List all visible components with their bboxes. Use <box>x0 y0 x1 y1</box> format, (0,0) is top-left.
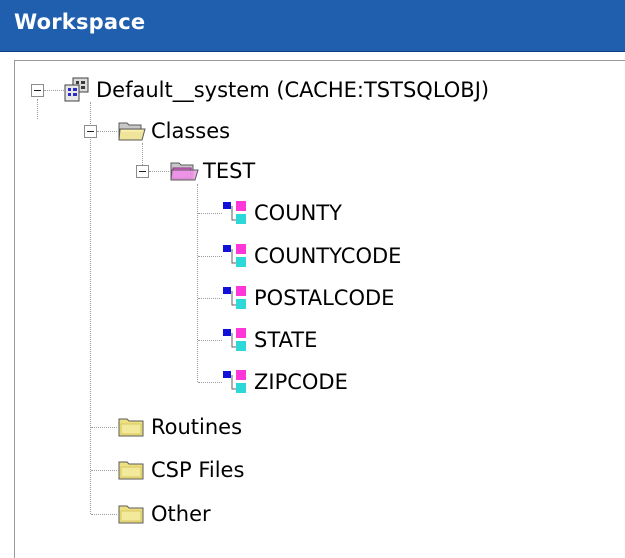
class-icon <box>223 244 246 267</box>
workspace-tree: Default__system (CACHE:TSTSQLOBJ) Classe… <box>0 0 625 558</box>
tree-line <box>198 340 222 341</box>
tree-line <box>97 131 117 132</box>
collapse-toggle-root[interactable] <box>31 84 44 97</box>
tree-node-label: CSP Files <box>151 458 245 482</box>
class-icon <box>223 370 246 393</box>
folder-icon <box>118 461 144 480</box>
folder-icon <box>118 505 144 524</box>
class-icon <box>223 328 246 351</box>
tree-line <box>198 298 222 299</box>
tree-node-label: Classes <box>151 119 231 143</box>
namespace-icon <box>64 77 89 102</box>
tree-node-label: POSTALCODE <box>254 286 395 310</box>
tree-line <box>149 171 169 172</box>
class-icon <box>223 286 246 309</box>
tree-node-label: Default__system (CACHE:TSTSQLOBJ) <box>96 78 490 102</box>
collapse-toggle-classes[interactable] <box>84 125 97 138</box>
tree-line <box>198 213 222 214</box>
tree-node-label: COUNTYCODE <box>254 244 402 268</box>
tree-node-label: Routines <box>151 415 243 439</box>
collapse-toggle-test[interactable] <box>136 165 149 178</box>
tree-line <box>44 90 64 91</box>
tree-node-label: COUNTY <box>254 201 342 225</box>
package-folder-icon <box>170 162 199 181</box>
tree-line <box>198 382 222 383</box>
tree-line <box>37 99 38 119</box>
class-icon <box>223 201 246 224</box>
tree-line <box>90 102 91 514</box>
tree-line <box>91 470 117 471</box>
folder-icon <box>118 418 144 437</box>
open-folder-icon <box>118 122 146 141</box>
tree-line <box>91 514 117 515</box>
tree-node-label: Other <box>151 502 211 526</box>
tree-line <box>91 427 117 428</box>
tree-node-label: ZIPCODE <box>254 370 348 394</box>
tree-line <box>198 256 222 257</box>
tree-node-label: STATE <box>254 328 318 352</box>
tree-node-label: TEST <box>203 159 256 183</box>
